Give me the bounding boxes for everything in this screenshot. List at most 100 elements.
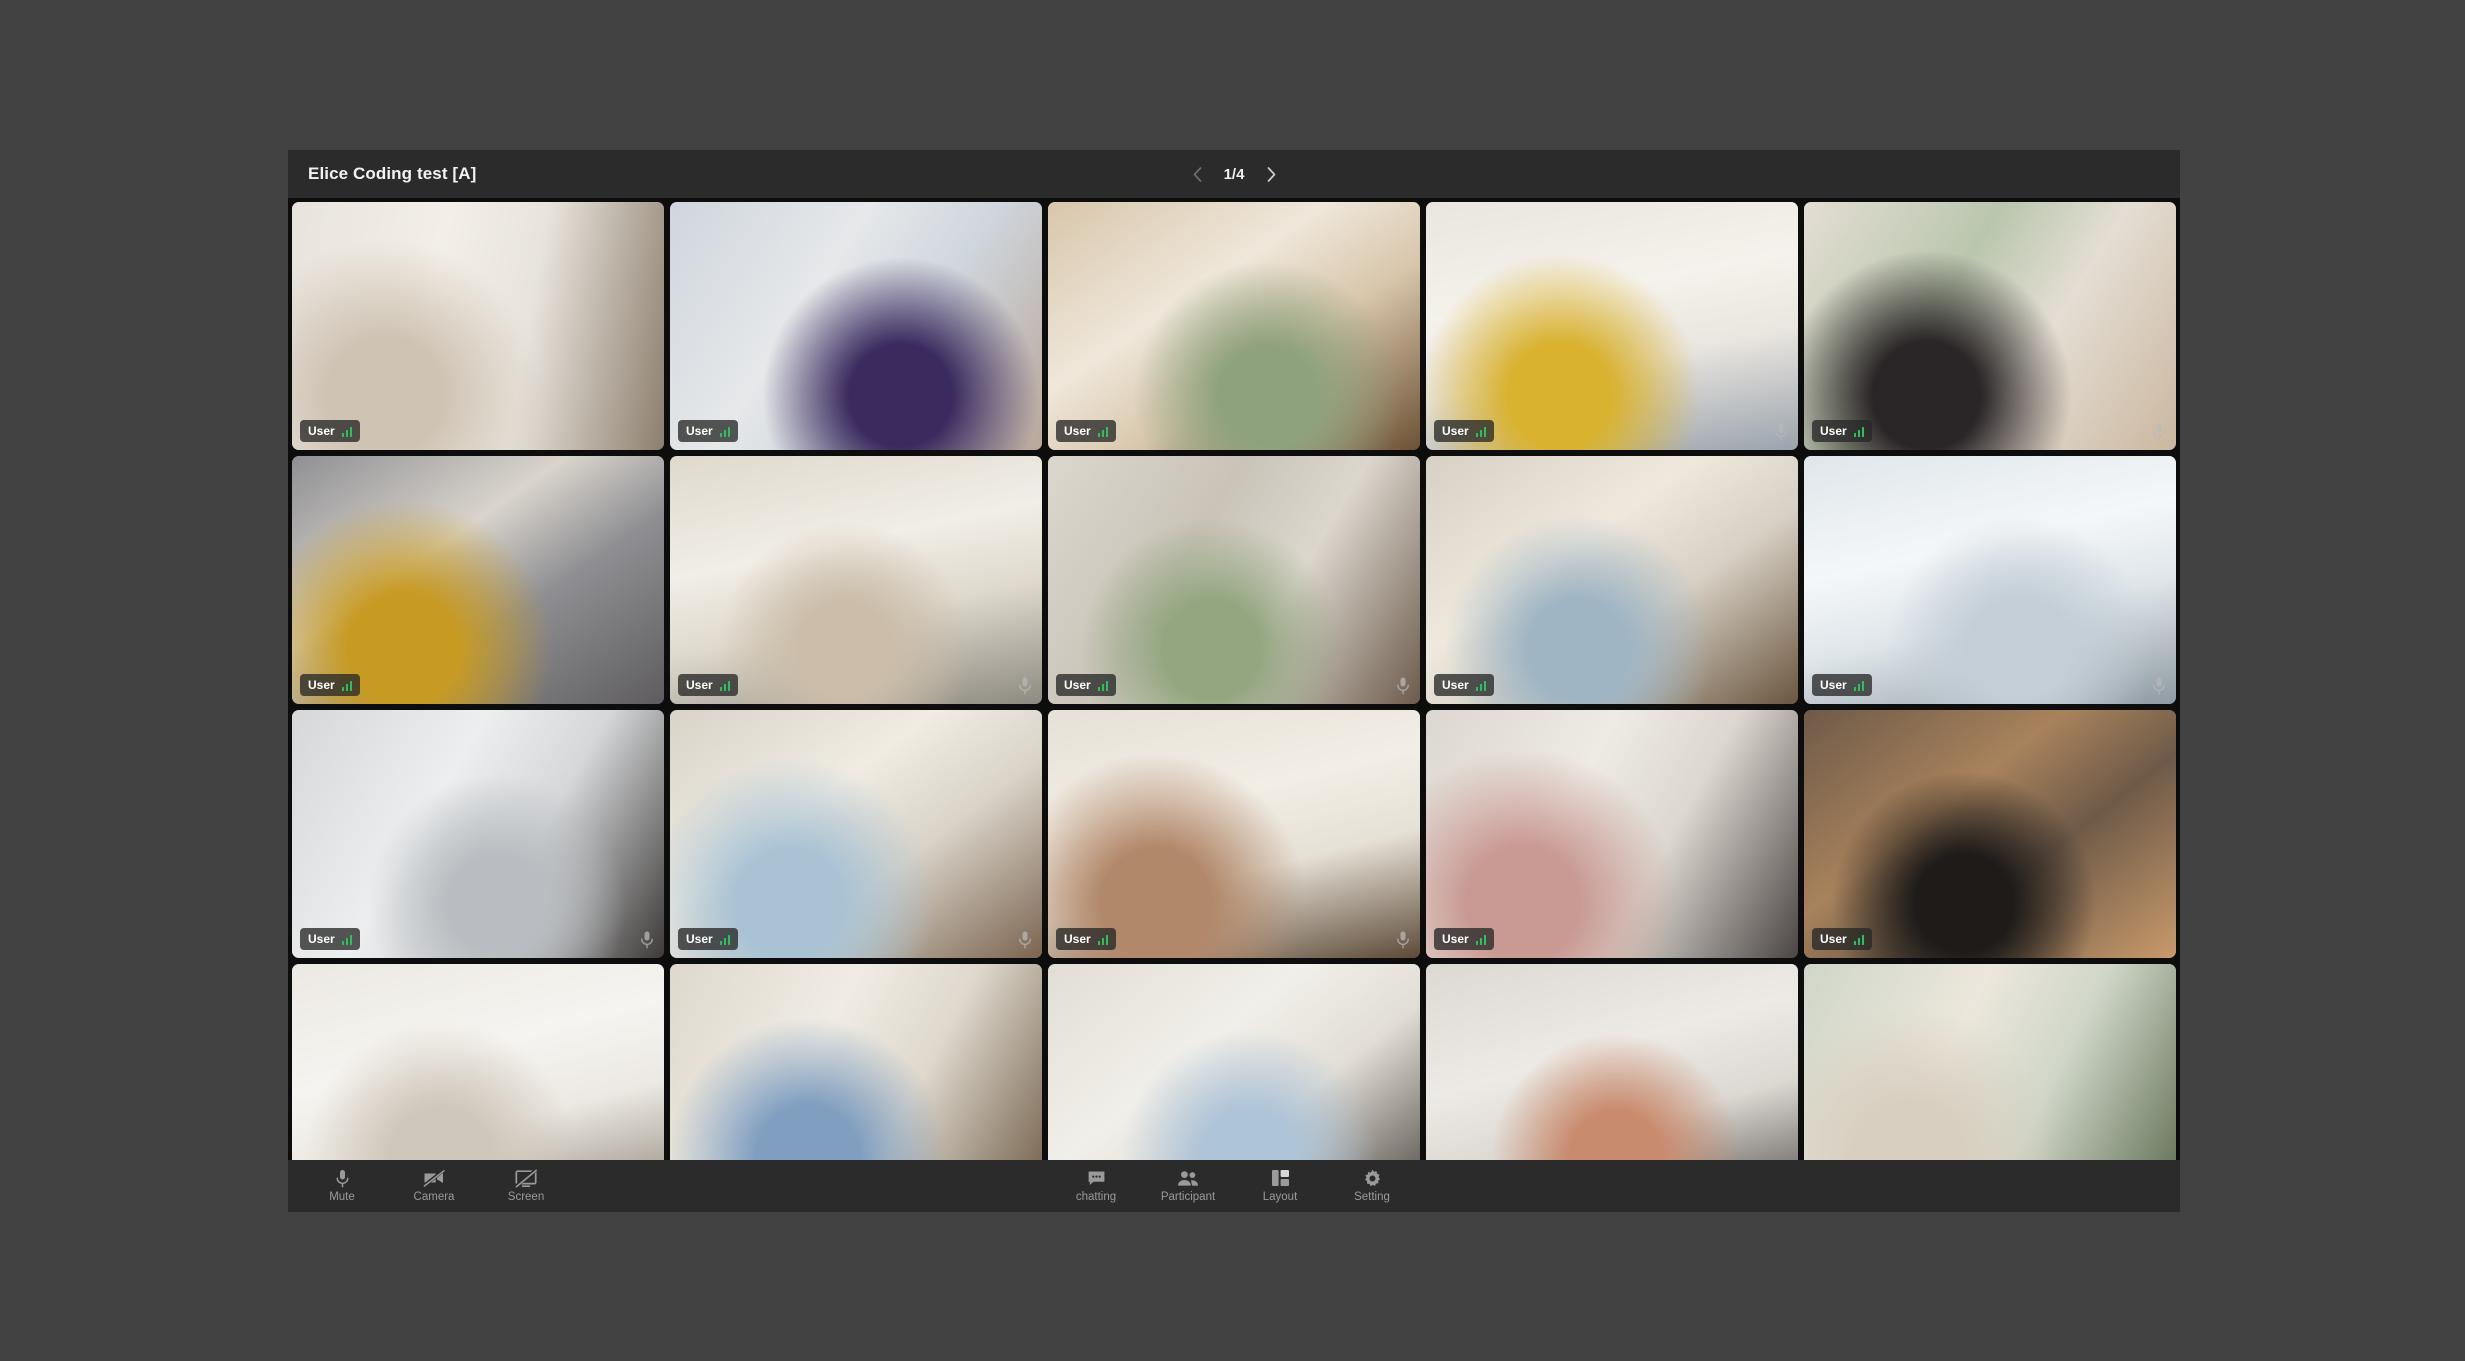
toolbar-center-chatting-button[interactable]: chatting	[1050, 1160, 1142, 1212]
signal-bars-icon	[1853, 680, 1865, 691]
video-tile[interactable]: User	[1804, 202, 2176, 450]
microphone-muted-icon	[2151, 676, 2167, 696]
video-tile[interactable]: User	[292, 456, 664, 704]
toolbar-center-layout-button[interactable]: Layout	[1234, 1160, 1326, 1212]
video-tile[interactable]: User	[1426, 710, 1798, 958]
participant-name-badge: User	[1056, 674, 1117, 696]
participant-name: User	[1064, 424, 1091, 438]
participant-name: User	[1820, 678, 1847, 692]
participant-name: User	[686, 424, 713, 438]
signal-bars-icon	[341, 426, 353, 437]
microphone-muted-icon	[2151, 422, 2167, 442]
participant-name-badge: User	[300, 928, 361, 950]
microphone-muted-icon	[1017, 930, 1033, 950]
participant-name-badge: User	[678, 674, 739, 696]
video-tile[interactable]: User	[670, 710, 1042, 958]
participant-name-badge: User	[1434, 928, 1495, 950]
participant-video	[670, 710, 1042, 958]
signal-bars-icon	[341, 680, 353, 691]
video-tile[interactable]: User	[292, 202, 664, 450]
participant-video	[1426, 710, 1798, 958]
tool-label: Mute	[329, 1190, 355, 1203]
participant-video	[670, 456, 1042, 704]
meeting-toolbar: Mute Camera Screen chatting Participant Layo…	[288, 1160, 2180, 1212]
participant-name: User	[308, 678, 335, 692]
window-header: Elice Coding test [A] 1/4	[288, 150, 2180, 198]
toolbar-camera-button[interactable]: Camera	[388, 1160, 480, 1212]
participant-video	[1048, 710, 1420, 958]
chevron-right-icon[interactable]	[1263, 163, 1279, 185]
participant-name: User	[308, 932, 335, 946]
microphone-muted-icon	[1017, 676, 1033, 696]
signal-bars-icon	[719, 680, 731, 691]
microphone-icon	[334, 1169, 351, 1188]
participant-name: User	[686, 678, 713, 692]
video-tile[interactable]: User	[1804, 710, 2176, 958]
signal-bars-icon	[719, 426, 731, 437]
participant-name-badge: User	[1812, 928, 1873, 950]
participant-video	[1804, 710, 2176, 958]
video-tile[interactable]: User	[670, 456, 1042, 704]
video-tile[interactable]: User	[1426, 202, 1798, 450]
tool-label: Camera	[413, 1190, 455, 1203]
participant-name: User	[1064, 932, 1091, 946]
screen-share-off-icon	[515, 1168, 537, 1188]
page-title: Elice Coding test [A]	[308, 164, 477, 183]
participant-video	[1048, 456, 1420, 704]
signal-bars-icon	[1097, 426, 1109, 437]
video-tile[interactable]: User	[1048, 456, 1420, 704]
video-tile[interactable]: User	[292, 710, 664, 958]
video-tile[interactable]: User	[670, 202, 1042, 450]
participant-video	[292, 456, 664, 704]
video-tile[interactable]: User	[1048, 202, 1420, 450]
participant-name-badge: User	[1434, 420, 1495, 442]
participant-video	[1048, 202, 1420, 450]
signal-bars-icon	[1097, 680, 1109, 691]
signal-bars-icon	[1475, 934, 1487, 945]
camera-off-icon	[423, 1169, 445, 1188]
toolbar-center-participant-button[interactable]: Participant	[1142, 1160, 1234, 1212]
gear-icon	[1363, 1169, 1382, 1188]
participant-name-badge: User	[678, 928, 739, 950]
chevron-left-icon[interactable]	[1189, 163, 1205, 185]
signal-bars-icon	[341, 934, 353, 945]
participant-name: User	[1064, 678, 1091, 692]
participant-video	[292, 710, 664, 958]
participant-video	[1426, 456, 1798, 704]
page-navigation: 1/4	[1189, 163, 1279, 185]
layout-grid-icon	[1271, 1169, 1290, 1188]
toolbar-center-group: chatting Participant Layout Setting	[1050, 1160, 1418, 1212]
toolbar-center-setting-button[interactable]: Setting	[1326, 1160, 1418, 1212]
microphone-muted-icon	[1395, 676, 1411, 696]
participant-name: User	[308, 424, 335, 438]
chat-bubble-icon	[1087, 1169, 1106, 1188]
microphone-muted-icon	[639, 930, 655, 950]
participant-video	[670, 202, 1042, 450]
participant-name: User	[1442, 932, 1469, 946]
participant-name: User	[1442, 678, 1469, 692]
participant-name-badge: User	[678, 420, 739, 442]
participant-name-badge: User	[1056, 420, 1117, 442]
participant-name: User	[686, 932, 713, 946]
signal-bars-icon	[719, 934, 731, 945]
page-indicator: 1/4	[1223, 165, 1245, 183]
participant-name: User	[1820, 932, 1847, 946]
video-tile[interactable]: User	[1048, 710, 1420, 958]
microphone-muted-icon	[1773, 422, 1789, 442]
microphone-muted-icon	[1395, 930, 1411, 950]
participant-name-badge: User	[1812, 674, 1873, 696]
participant-name-badge: User	[300, 420, 361, 442]
signal-bars-icon	[1853, 426, 1865, 437]
video-tile[interactable]: User	[1426, 456, 1798, 704]
toolbar-screen-button[interactable]: Screen	[480, 1160, 572, 1212]
participant-name: User	[1820, 424, 1847, 438]
video-tile[interactable]: User	[1804, 456, 2176, 704]
toolbar-mute-button[interactable]: Mute	[296, 1160, 388, 1212]
tool-label: Setting	[1354, 1190, 1390, 1203]
participant-video	[1426, 202, 1798, 450]
tool-label: Layout	[1262, 1190, 1298, 1203]
signal-bars-icon	[1853, 934, 1865, 945]
participant-video	[1804, 202, 2176, 450]
participant-name-badge: User	[1812, 420, 1873, 442]
participant-name-badge: User	[1056, 928, 1117, 950]
